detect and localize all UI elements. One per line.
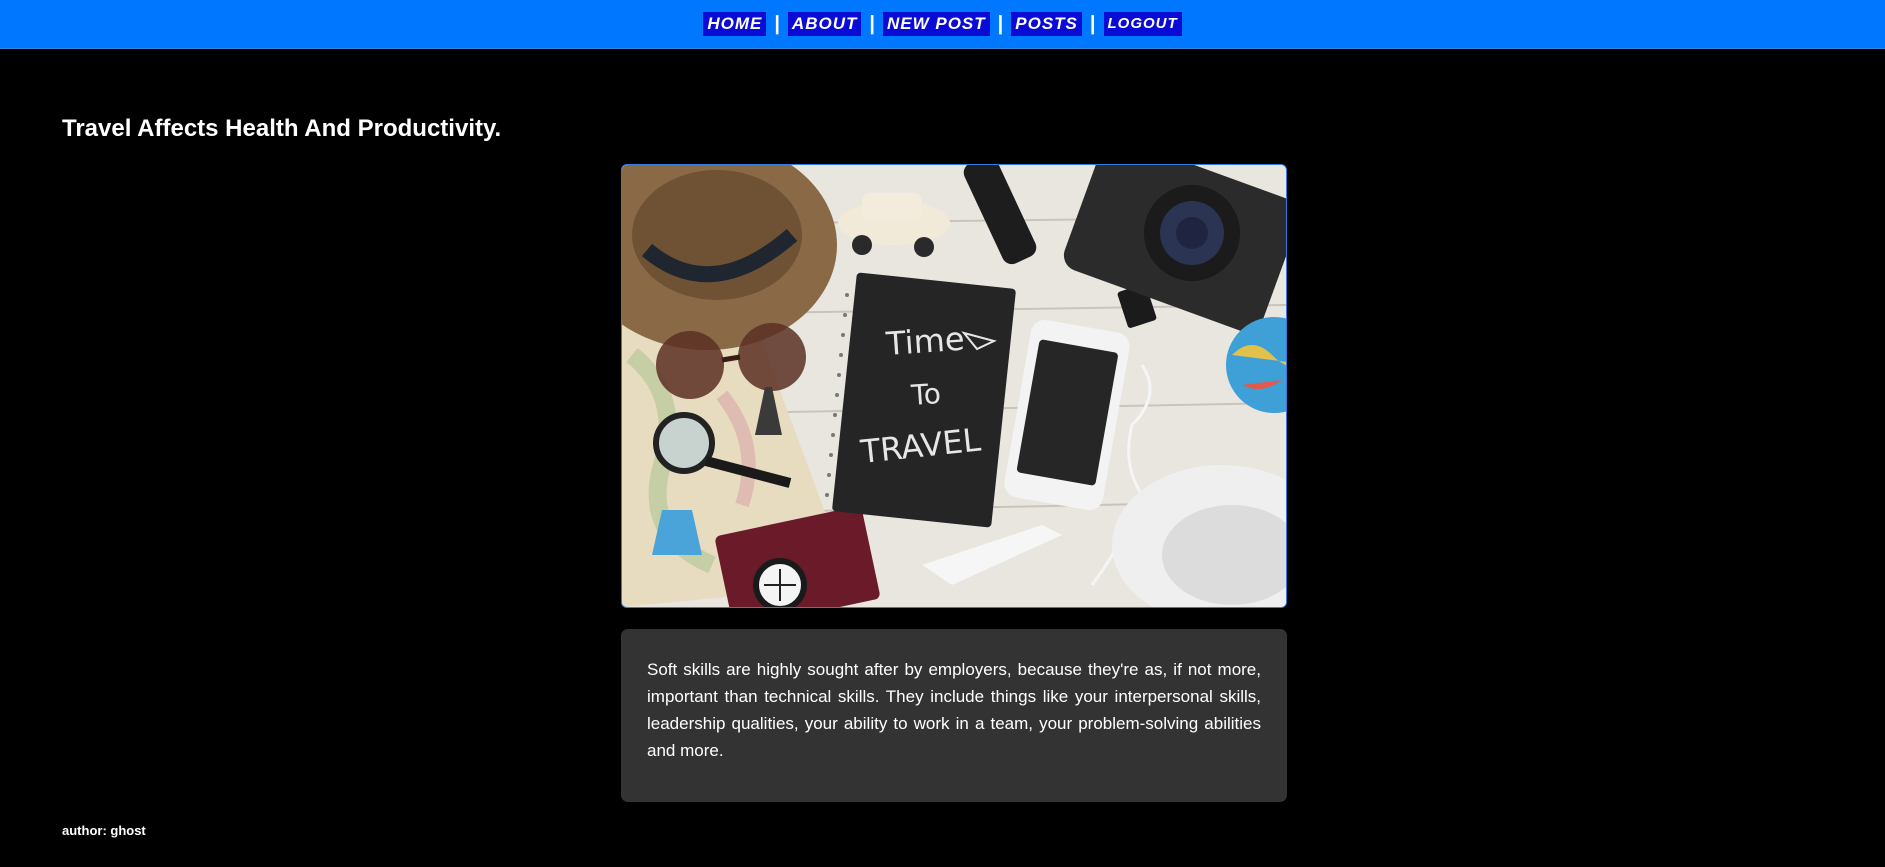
post-body: Soft skills are highly sought after by e… <box>647 660 1261 760</box>
post-title: Travel Affects Health And Productivity. <box>62 115 502 142</box>
post-image: Time To TRAVEL <box>621 164 1287 608</box>
main-nav: HOME | ABOUT | NEW POST | POSTS | LOGOUT <box>703 12 1182 36</box>
top-navbar: HOME | ABOUT | NEW POST | POSTS | LOGOUT <box>0 0 1885 49</box>
nav-separator: | <box>774 13 780 35</box>
notebook-text-to: To <box>909 377 942 412</box>
nav-separator: | <box>1089 13 1096 35</box>
nav-separator: | <box>869 13 875 35</box>
post-content-card: Soft skills are highly sought after by e… <box>621 629 1287 802</box>
notebook-text-time: Time <box>884 320 966 363</box>
nav-separator: | <box>997 13 1004 35</box>
post-author: author: ghost <box>62 823 146 838</box>
nav-about-link[interactable]: ABOUT <box>787 12 862 36</box>
nav-new-post-link[interactable]: NEW POST <box>882 12 990 36</box>
nav-home-link[interactable]: HOME <box>703 12 767 36</box>
travel-flatlay-photo: Time To TRAVEL <box>622 165 1286 607</box>
nav-logout-link[interactable]: LOGOUT <box>1103 12 1182 36</box>
nav-posts-link[interactable]: POSTS <box>1011 12 1082 36</box>
